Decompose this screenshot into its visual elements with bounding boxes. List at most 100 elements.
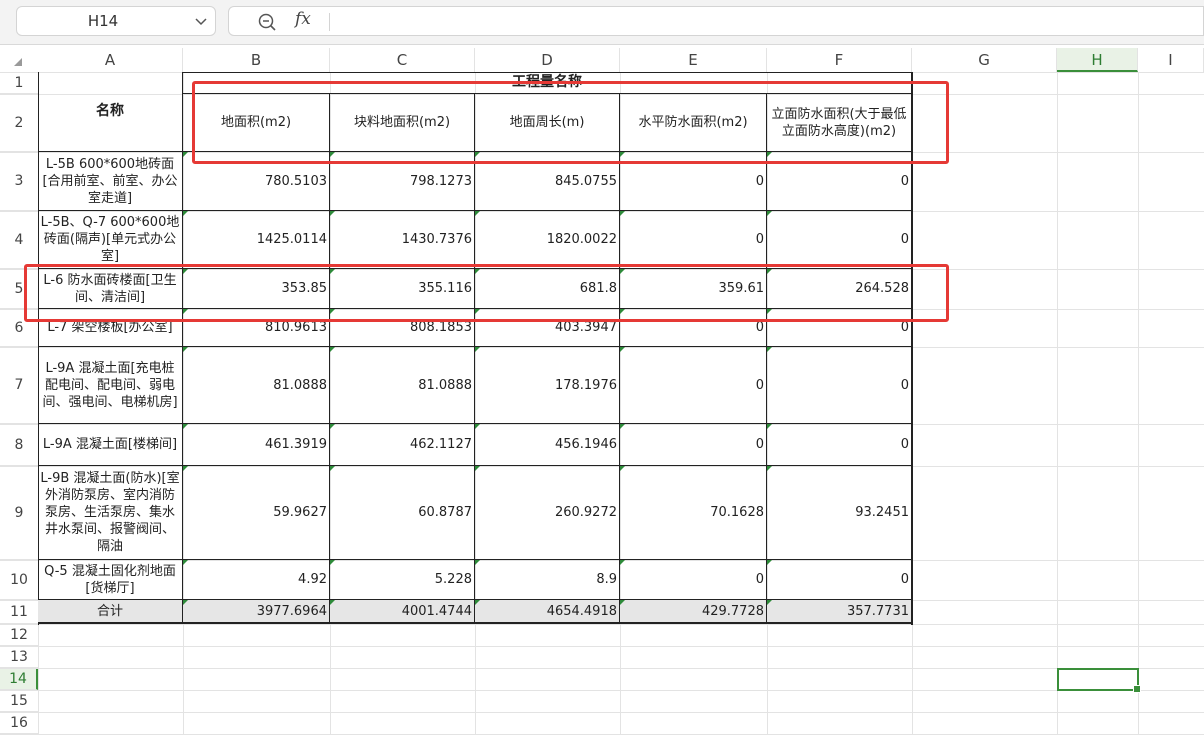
- value-cell[interactable]: 355.116: [330, 269, 475, 309]
- row-header-11[interactable]: 11: [0, 600, 38, 624]
- row-header-13[interactable]: 13: [0, 646, 38, 668]
- value-cell[interactable]: 0: [620, 309, 767, 347]
- value-cell[interactable]: 81.0888: [330, 347, 475, 424]
- value-cell[interactable]: 0: [620, 152, 767, 211]
- value-cell[interactable]: 403.3947: [475, 309, 620, 347]
- fill-handle[interactable]: [1133, 685, 1141, 693]
- column-header-c[interactable]: C: [330, 48, 475, 72]
- row-name[interactable]: L-5B、Q-7 600*600地砖面(隔声)[单元式办公室]: [38, 211, 183, 269]
- row-header-6[interactable]: 6: [0, 309, 38, 347]
- value-cell[interactable]: 462.1127: [330, 424, 475, 466]
- row-header-5[interactable]: 5: [0, 269, 38, 309]
- formula-input[interactable]: fx: [228, 6, 1204, 36]
- row-name[interactable]: L-5B 600*600地砖面[合用前室、前室、办公室走道]: [38, 152, 183, 211]
- total-value-cell[interactable]: 357.7731: [767, 600, 912, 624]
- active-cell-selection[interactable]: [1057, 668, 1141, 693]
- total-value-cell[interactable]: 4001.4744: [330, 600, 475, 624]
- row-name[interactable]: L-9A 混凝土面[楼梯间]: [38, 424, 183, 466]
- value-cell[interactable]: 59.9627: [183, 466, 330, 560]
- value-cell[interactable]: 0: [620, 424, 767, 466]
- fx-icon[interactable]: fx: [295, 9, 311, 29]
- value-cell[interactable]: 681.8: [475, 269, 620, 309]
- value-cell[interactable]: 93.2451: [767, 466, 912, 560]
- value-cell[interactable]: 0: [767, 424, 912, 466]
- select-all-button[interactable]: [14, 58, 22, 66]
- total-label[interactable]: 合计: [38, 600, 183, 624]
- value-cell[interactable]: 780.5103: [183, 152, 330, 211]
- value-cell[interactable]: 8.9: [475, 560, 620, 600]
- total-value-cell[interactable]: 4654.4918: [475, 600, 620, 624]
- total-value-cell-text: 4654.4918: [546, 603, 617, 619]
- chevron-down-icon[interactable]: [193, 13, 209, 29]
- value-cell[interactable]: 359.61: [620, 269, 767, 309]
- value-cell[interactable]: 1430.7376: [330, 211, 475, 269]
- row-name[interactable]: L-9A 混凝土面[充电桩配电间、配电间、弱电间、强电间、电梯机房]: [38, 347, 183, 424]
- row-header-8[interactable]: 8: [0, 424, 38, 466]
- column-header-i[interactable]: I: [1138, 48, 1204, 72]
- column-header-a[interactable]: A: [38, 48, 183, 72]
- row-header-3[interactable]: 3: [0, 152, 38, 211]
- name-box-value[interactable]: H14: [17, 7, 189, 35]
- row-name[interactable]: L-9B 混凝土面(防水)[室外消防泵房、室内消防泵房、生活泵房、集水井水泵间、…: [38, 466, 183, 560]
- total-value-cell[interactable]: 429.7728: [620, 600, 767, 624]
- value-cell-text: 1430.7376: [401, 232, 472, 247]
- value-cell[interactable]: 264.528: [767, 269, 912, 309]
- value-cell-text: 5.228: [434, 572, 472, 587]
- value-cell[interactable]: 0: [767, 152, 912, 211]
- value-cell[interactable]: 0: [767, 347, 912, 424]
- group-header[interactable]: 工程量名称: [183, 72, 912, 94]
- value-cell[interactable]: 1425.0114: [183, 211, 330, 269]
- row-name[interactable]: L-6 防水面砖楼面[卫生间、清洁间]: [38, 269, 183, 309]
- column-header-g[interactable]: G: [912, 48, 1057, 72]
- total-value-cell-text: 429.7728: [701, 603, 764, 619]
- column-header-h[interactable]: H: [1057, 48, 1138, 72]
- value-cell[interactable]: 60.8787: [330, 466, 475, 560]
- row-name[interactable]: Q-5 混凝土固化剂地面[货梯厅]: [38, 560, 183, 600]
- value-cell[interactable]: 70.1628: [620, 466, 767, 560]
- column-title[interactable]: 水平防水面积(m2): [620, 94, 767, 152]
- column-title[interactable]: 立面防水面积(大于最低立面防水高度)(m2): [767, 94, 912, 152]
- name-box[interactable]: H14: [16, 6, 216, 36]
- value-cell[interactable]: 461.3919: [183, 424, 330, 466]
- column-header-b[interactable]: B: [183, 48, 330, 72]
- value-cell[interactable]: 81.0888: [183, 347, 330, 424]
- row-header-9[interactable]: 9: [0, 466, 38, 560]
- column-title[interactable]: 地面积(m2): [183, 94, 330, 152]
- column-title[interactable]: 块料地面积(m2): [330, 94, 475, 152]
- row-header-7[interactable]: 7: [0, 347, 38, 424]
- value-cell[interactable]: 1820.0022: [475, 211, 620, 269]
- row-name[interactable]: L-7 架空楼板[办公室]: [38, 309, 183, 347]
- value-cell[interactable]: 808.1853: [330, 309, 475, 347]
- spreadsheet-grid[interactable]: ABCDEFGHI 1 2 3 4 5 6 7 8 9 10 11 12 13 14 15 16 名称 工程量名…: [0, 44, 1204, 735]
- row-header-16[interactable]: 16: [0, 712, 38, 734]
- column-header-e[interactable]: E: [620, 48, 767, 72]
- value-cell[interactable]: 0: [620, 347, 767, 424]
- row-header-14[interactable]: 14: [0, 668, 38, 690]
- row-header-1[interactable]: 1: [0, 72, 38, 94]
- column-title[interactable]: 地面周长(m): [475, 94, 620, 152]
- value-cell[interactable]: 0: [767, 560, 912, 600]
- name-header[interactable]: 名称: [38, 72, 183, 152]
- row-header-15[interactable]: 15: [0, 690, 38, 712]
- value-cell[interactable]: 810.9613: [183, 309, 330, 347]
- zoom-icon[interactable]: [257, 12, 277, 32]
- column-header-f[interactable]: F: [767, 48, 912, 72]
- value-cell[interactable]: 0: [620, 560, 767, 600]
- value-cell[interactable]: 0: [620, 211, 767, 269]
- value-cell[interactable]: 260.9272: [475, 466, 620, 560]
- value-cell[interactable]: 178.1976: [475, 347, 620, 424]
- row-header-12[interactable]: 12: [0, 624, 38, 646]
- row-header-10[interactable]: 10: [0, 560, 38, 600]
- value-cell[interactable]: 0: [767, 309, 912, 347]
- value-cell[interactable]: 353.85: [183, 269, 330, 309]
- value-cell[interactable]: 845.0755: [475, 152, 620, 211]
- value-cell[interactable]: 798.1273: [330, 152, 475, 211]
- value-cell[interactable]: 456.1946: [475, 424, 620, 466]
- value-cell[interactable]: 0: [767, 211, 912, 269]
- value-cell[interactable]: 4.92: [183, 560, 330, 600]
- value-cell[interactable]: 5.228: [330, 560, 475, 600]
- row-header-2[interactable]: 2: [0, 94, 38, 152]
- row-header-4[interactable]: 4: [0, 211, 38, 269]
- column-header-d[interactable]: D: [475, 48, 620, 72]
- total-value-cell[interactable]: 3977.6964: [183, 600, 330, 624]
